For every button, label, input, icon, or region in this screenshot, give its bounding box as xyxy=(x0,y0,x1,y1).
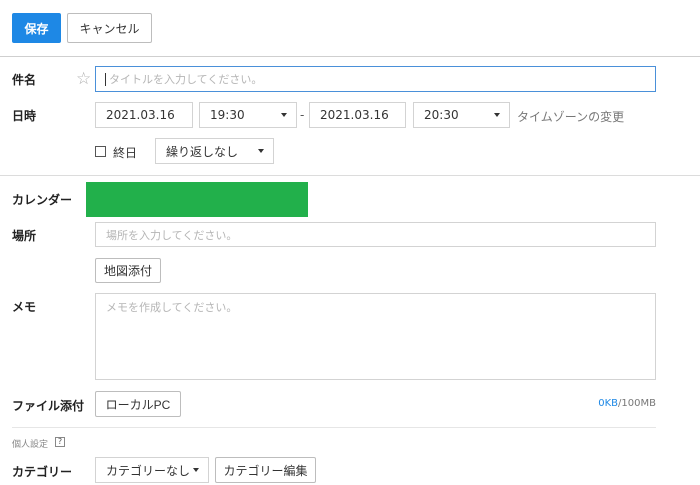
timezone-link[interactable]: タイムゾーンの変更 xyxy=(517,108,624,125)
cancel-button[interactable]: キャンセル xyxy=(67,13,152,43)
time-separator: - xyxy=(300,108,305,122)
place-input[interactable]: 場所を入力してください。 xyxy=(95,222,656,247)
start-date-input[interactable]: 2021.03.16 xyxy=(95,102,193,128)
category-edit-button[interactable]: カテゴリー編集 xyxy=(215,457,316,483)
chevron-down-icon xyxy=(258,149,264,153)
end-time-select[interactable]: 20:30 xyxy=(413,102,510,128)
save-button[interactable]: 保存 xyxy=(12,13,61,43)
personal-settings-title: 個人設定 xyxy=(12,440,49,450)
storage-limit: /100MB xyxy=(618,398,656,409)
end-date-input[interactable]: 2021.03.16 xyxy=(309,102,406,128)
map-attach-button[interactable]: 地図添付 xyxy=(95,258,161,283)
chevron-down-icon xyxy=(193,468,199,472)
start-time-value: 19:30 xyxy=(210,108,245,122)
subject-label: 件名 xyxy=(12,73,37,87)
category-value: カテゴリーなし xyxy=(106,463,191,478)
chevron-down-icon xyxy=(281,113,287,117)
calendar-color-select[interactable] xyxy=(86,182,308,217)
storage-used: 0KB xyxy=(598,398,619,409)
section-divider xyxy=(0,175,700,176)
datetime-label: 日時 xyxy=(12,109,37,123)
subject-input[interactable]: タイトルを入力してください。 xyxy=(95,66,656,92)
help-icon[interactable]: ? xyxy=(55,437,65,447)
category-select[interactable]: カテゴリーなし xyxy=(95,457,209,483)
subject-placeholder: タイトルを入力してください。 xyxy=(109,73,263,86)
star-icon[interactable]: ☆ xyxy=(76,69,91,89)
text-cursor xyxy=(105,72,106,86)
all-day-checkbox[interactable] xyxy=(95,146,106,157)
repeat-value: 繰り返しなし xyxy=(166,144,239,159)
start-time-select[interactable]: 19:30 xyxy=(199,102,297,128)
calendar-label: カレンダー xyxy=(12,193,73,207)
chevron-down-icon xyxy=(494,113,500,117)
local-pc-button[interactable]: ローカルPC xyxy=(95,391,181,417)
attachment-label: ファイル添付 xyxy=(12,399,85,413)
all-day-label[interactable]: 終日 xyxy=(113,144,137,161)
memo-label: メモ xyxy=(12,300,37,314)
section-divider xyxy=(12,427,656,428)
storage-usage: 0KB/100MB xyxy=(598,398,656,409)
end-time-value: 20:30 xyxy=(424,108,459,122)
repeat-select[interactable]: 繰り返しなし xyxy=(155,138,274,164)
category-label: カテゴリー xyxy=(12,465,73,479)
place-label: 場所 xyxy=(12,229,37,243)
memo-textarea[interactable]: メモを作成してください。 xyxy=(95,293,656,380)
toolbar: 保存 キャンセル xyxy=(0,0,700,57)
